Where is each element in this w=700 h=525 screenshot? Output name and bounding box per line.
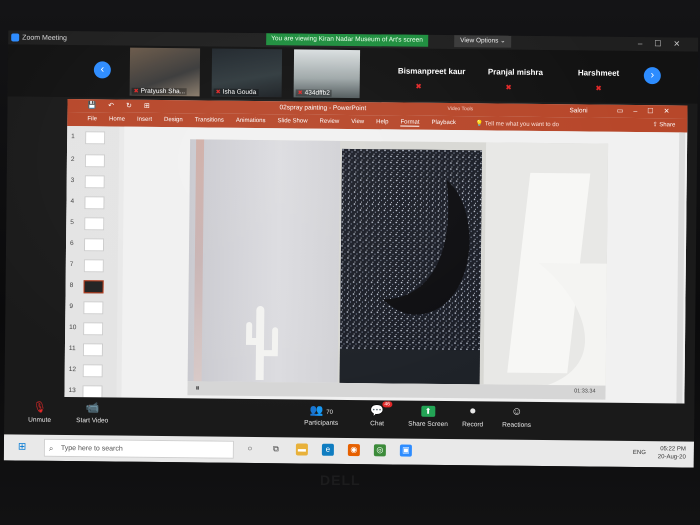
glitter-card-image — [339, 148, 483, 385]
slide-thumbnail[interactable]: 7 — [70, 257, 116, 274]
system-tray: ENG 05:22 PM 20-Aug-20 — [633, 445, 686, 461]
pause-icon[interactable]: ⏸ — [195, 383, 199, 393]
slide-thumbnail[interactable]: 12 — [69, 362, 115, 379]
start-video-button[interactable]: 📹 Start Video — [76, 401, 108, 424]
mic-off-icon: 🎙 — [32, 401, 47, 414]
slide-thumbnail-pane: 1 2 3 4 5 6 7 8 9 10 11 12 13 — [64, 126, 120, 428]
tab-file[interactable]: File — [87, 116, 97, 122]
chat-badge: 46 — [382, 401, 392, 408]
slide-thumbnail[interactable]: 6 — [70, 236, 116, 253]
tab-slide-show[interactable]: Slide Show — [278, 118, 308, 124]
zoom-window-title: Zoom Meeting — [22, 34, 67, 42]
reactions-icon: ☺ — [511, 405, 523, 418]
tell-me-search[interactable]: 💡 Tell me what you want to do — [476, 120, 559, 128]
mic-muted-icon: ✖ — [297, 90, 303, 97]
reactions-button[interactable]: ☺ Reactions — [502, 406, 531, 429]
windows-start-icon[interactable]: ⊞ — [18, 442, 28, 453]
participant-name: ✖ Isha Gouda — [213, 88, 259, 97]
tab-home[interactable]: Home — [109, 116, 125, 122]
slide-video[interactable] — [187, 139, 609, 386]
tab-format[interactable]: Format — [400, 119, 420, 127]
slide-thumbnail[interactable]: 10 — [69, 320, 115, 337]
taskbar-search-input[interactable]: ⌕ Type here to search — [43, 438, 234, 459]
chrome-icon[interactable]: ◎ — [373, 444, 386, 457]
participants-icon: 👥 70 — [309, 404, 334, 417]
monitor: Zoom Meeting You are viewing Kiran Nadar… — [0, 0, 700, 525]
participant-name-tile[interactable]: Harshmeet ✖ — [578, 68, 619, 92]
participant-name: ✖ Pratyush Sha... — [131, 87, 188, 96]
prev-page-icon[interactable]: ‹ — [93, 61, 111, 79]
edge-icon[interactable]: e — [321, 443, 334, 456]
widgets-icon[interactable]: ⧉ — [270, 443, 282, 455]
tab-insert[interactable]: Insert — [137, 117, 152, 123]
slide-thumbnail[interactable]: 5 — [70, 215, 116, 232]
ppt-document-title: 02spray painting - PowerPoint — [279, 104, 367, 113]
share-button[interactable]: ⇪ Share — [653, 121, 676, 128]
slide-thumbnail[interactable]: 9 — [69, 299, 115, 316]
zoom-logo-icon — [11, 33, 20, 42]
chat-button[interactable]: 💬 46 Chat — [370, 401, 392, 427]
video-off-icon: 📹 — [85, 402, 100, 415]
ppt-window-controls[interactable]: ▭–☐✕ — [617, 107, 680, 116]
slide-thumbnail[interactable]: 4 — [70, 194, 116, 211]
unmute-button[interactable]: 🎙 Unmute — [28, 401, 51, 424]
next-page-icon[interactable]: › — [643, 67, 661, 85]
tab-playback[interactable]: Playback — [431, 120, 455, 126]
participant-name-tile[interactable]: Bismanpreet kaur ✖ — [398, 66, 466, 90]
viewing-banner: You are viewing Kiran Nadar Museum of Ar… — [266, 33, 428, 47]
powerpoint-window: 💾↶↻⊞ 02spray painting - PowerPoint Video… — [64, 99, 688, 434]
slide-thumbnail[interactable]: 1 — [71, 129, 117, 146]
share-screen-button[interactable]: ⬆ Share Screen — [408, 405, 448, 428]
mic-muted-icon: ✖ — [215, 89, 221, 96]
tab-animations[interactable]: Animations — [236, 118, 266, 124]
slide-thumbnail[interactable]: 3 — [71, 173, 117, 190]
search-icon: ⌕ — [48, 443, 54, 453]
task-view-icon[interactable]: ○ — [244, 443, 256, 455]
record-button[interactable]: ⏺ Record — [462, 405, 483, 428]
tab-transitions[interactable]: Transitions — [195, 117, 224, 123]
screen: Zoom Meeting You are viewing Kiran Nadar… — [3, 30, 699, 468]
language-indicator[interactable]: ENG — [633, 449, 646, 457]
slide-thumbnail-selected[interactable]: 8 — [70, 278, 116, 295]
share-icon: ⇪ — [652, 122, 658, 129]
mic-muted-icon: ✖ — [415, 83, 422, 91]
moon-cutout-image — [538, 262, 609, 386]
monitor-logo: DELL — [320, 472, 361, 488]
participant-tile[interactable]: ✖ Pratyush Sha... — [129, 47, 201, 97]
mic-muted-icon: ✖ — [505, 84, 512, 92]
lightbulb-icon: 💡 — [475, 120, 484, 127]
view-options-button[interactable]: View Options ⌄ — [454, 35, 512, 48]
participant-tile[interactable]: ✖ Isha Gouda — [211, 48, 283, 98]
slide-thumbnail[interactable]: 11 — [69, 341, 115, 358]
participant-name: ✖ 434dffb2 — [295, 89, 332, 97]
record-icon: ⏺ — [469, 405, 476, 418]
tab-design[interactable]: Design — [164, 117, 183, 123]
chat-icon: 💬 — [370, 405, 385, 418]
clock-time: 05:22 PM — [660, 446, 686, 453]
quick-access-toolbar[interactable]: 💾↶↻⊞ — [87, 101, 161, 110]
video-tools-label: Video Tools — [447, 106, 474, 113]
window-controls[interactable]: –☐✕ — [638, 37, 692, 52]
tab-review[interactable]: Review — [320, 119, 340, 125]
ppt-user-name[interactable]: Saloni — [569, 107, 587, 114]
participants-button[interactable]: 👥 70 Participants — [304, 404, 338, 427]
participants-strip: ‹ ✖ Pratyush Sha... ✖ Isha Gouda ✖ 434dffb2… — [7, 44, 699, 104]
cactus-stencil-image — [245, 306, 279, 381]
tab-view[interactable]: View — [351, 119, 364, 125]
participant-tile[interactable]: ✖ 434dffb2 — [293, 49, 361, 99]
tab-help[interactable]: Help — [376, 119, 388, 125]
mic-muted-icon: ✖ — [133, 88, 139, 95]
participant-name-tile[interactable]: Pranjal mishra ✖ — [488, 67, 543, 91]
mic-muted-icon: ✖ — [595, 85, 602, 93]
firefox-icon[interactable]: ◉ — [347, 443, 360, 457]
video-controls: ⏸ 01:33.34 — [187, 381, 606, 400]
slide-canvas: ⏸ 01:33.34 — [121, 126, 688, 434]
clock-date: 20-Aug-20 — [657, 454, 686, 461]
share-screen-icon: ⬆ — [421, 405, 436, 417]
slide-thumbnail[interactable]: 2 — [71, 152, 117, 169]
zoom-app-icon[interactable]: ▣ — [399, 444, 412, 457]
video-time: 01:33.34 — [574, 388, 596, 395]
file-explorer-icon[interactable]: ▬ — [295, 443, 308, 456]
